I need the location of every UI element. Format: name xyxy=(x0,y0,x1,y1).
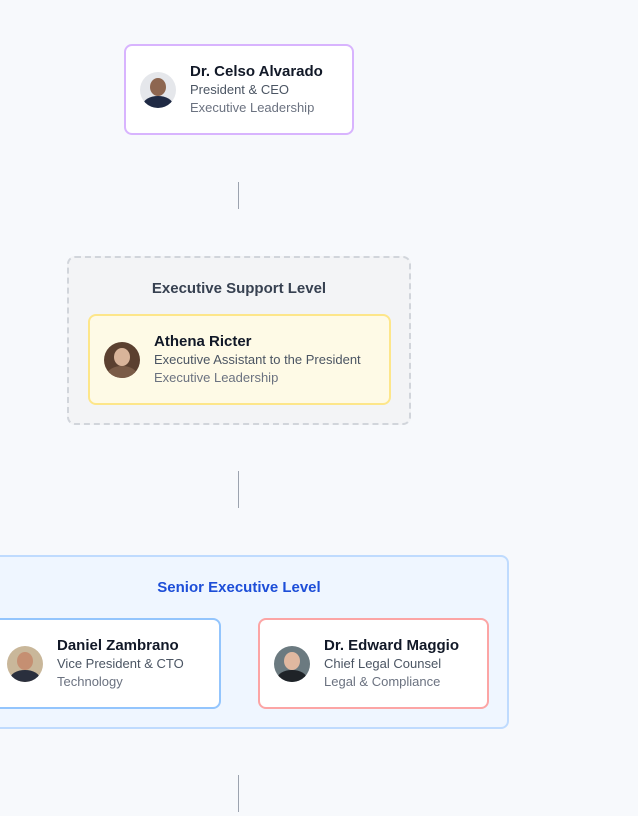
person-department: Executive Leadership xyxy=(190,100,315,115)
executive-support-group: Executive Support Level Athena Ricter Ex… xyxy=(67,256,411,425)
person-title: Executive Assistant to the President xyxy=(154,352,361,367)
person-name: Dr. Celso Alvarado xyxy=(190,63,323,80)
person-title: Vice President & CTO xyxy=(57,656,184,671)
legal-card[interactable]: Dr. Edward Maggio Chief Legal Counsel Le… xyxy=(258,618,489,709)
connector-line xyxy=(238,182,239,209)
connector-line xyxy=(238,775,239,812)
person-department: Legal & Compliance xyxy=(324,674,441,689)
person-name: Dr. Edward Maggio xyxy=(324,637,460,654)
senior-executive-group: Senior Executive Level Daniel Zambrano V… xyxy=(0,555,509,729)
person-name: Athena Ricter xyxy=(154,333,252,350)
person-title: President & CEO xyxy=(190,82,289,97)
person-name: Daniel Zambrano xyxy=(57,637,179,654)
assistant-card[interactable]: Athena Ricter Executive Assistant to the… xyxy=(88,314,391,405)
avatar xyxy=(104,341,140,378)
person-department: Technology xyxy=(57,674,123,689)
avatar xyxy=(7,645,43,682)
person-department: Executive Leadership xyxy=(154,370,279,385)
avatar xyxy=(140,71,176,108)
group-title: Senior Executive Level xyxy=(157,579,321,596)
connector-line xyxy=(238,471,239,508)
ceo-card[interactable]: Dr. Celso Alvarado President & CEO Execu… xyxy=(124,44,354,135)
avatar xyxy=(274,645,310,682)
cto-card[interactable]: Daniel Zambrano Vice President & CTO Tec… xyxy=(0,618,221,709)
group-title: Executive Support Level xyxy=(151,280,327,297)
person-title: Chief Legal Counsel xyxy=(324,656,442,671)
